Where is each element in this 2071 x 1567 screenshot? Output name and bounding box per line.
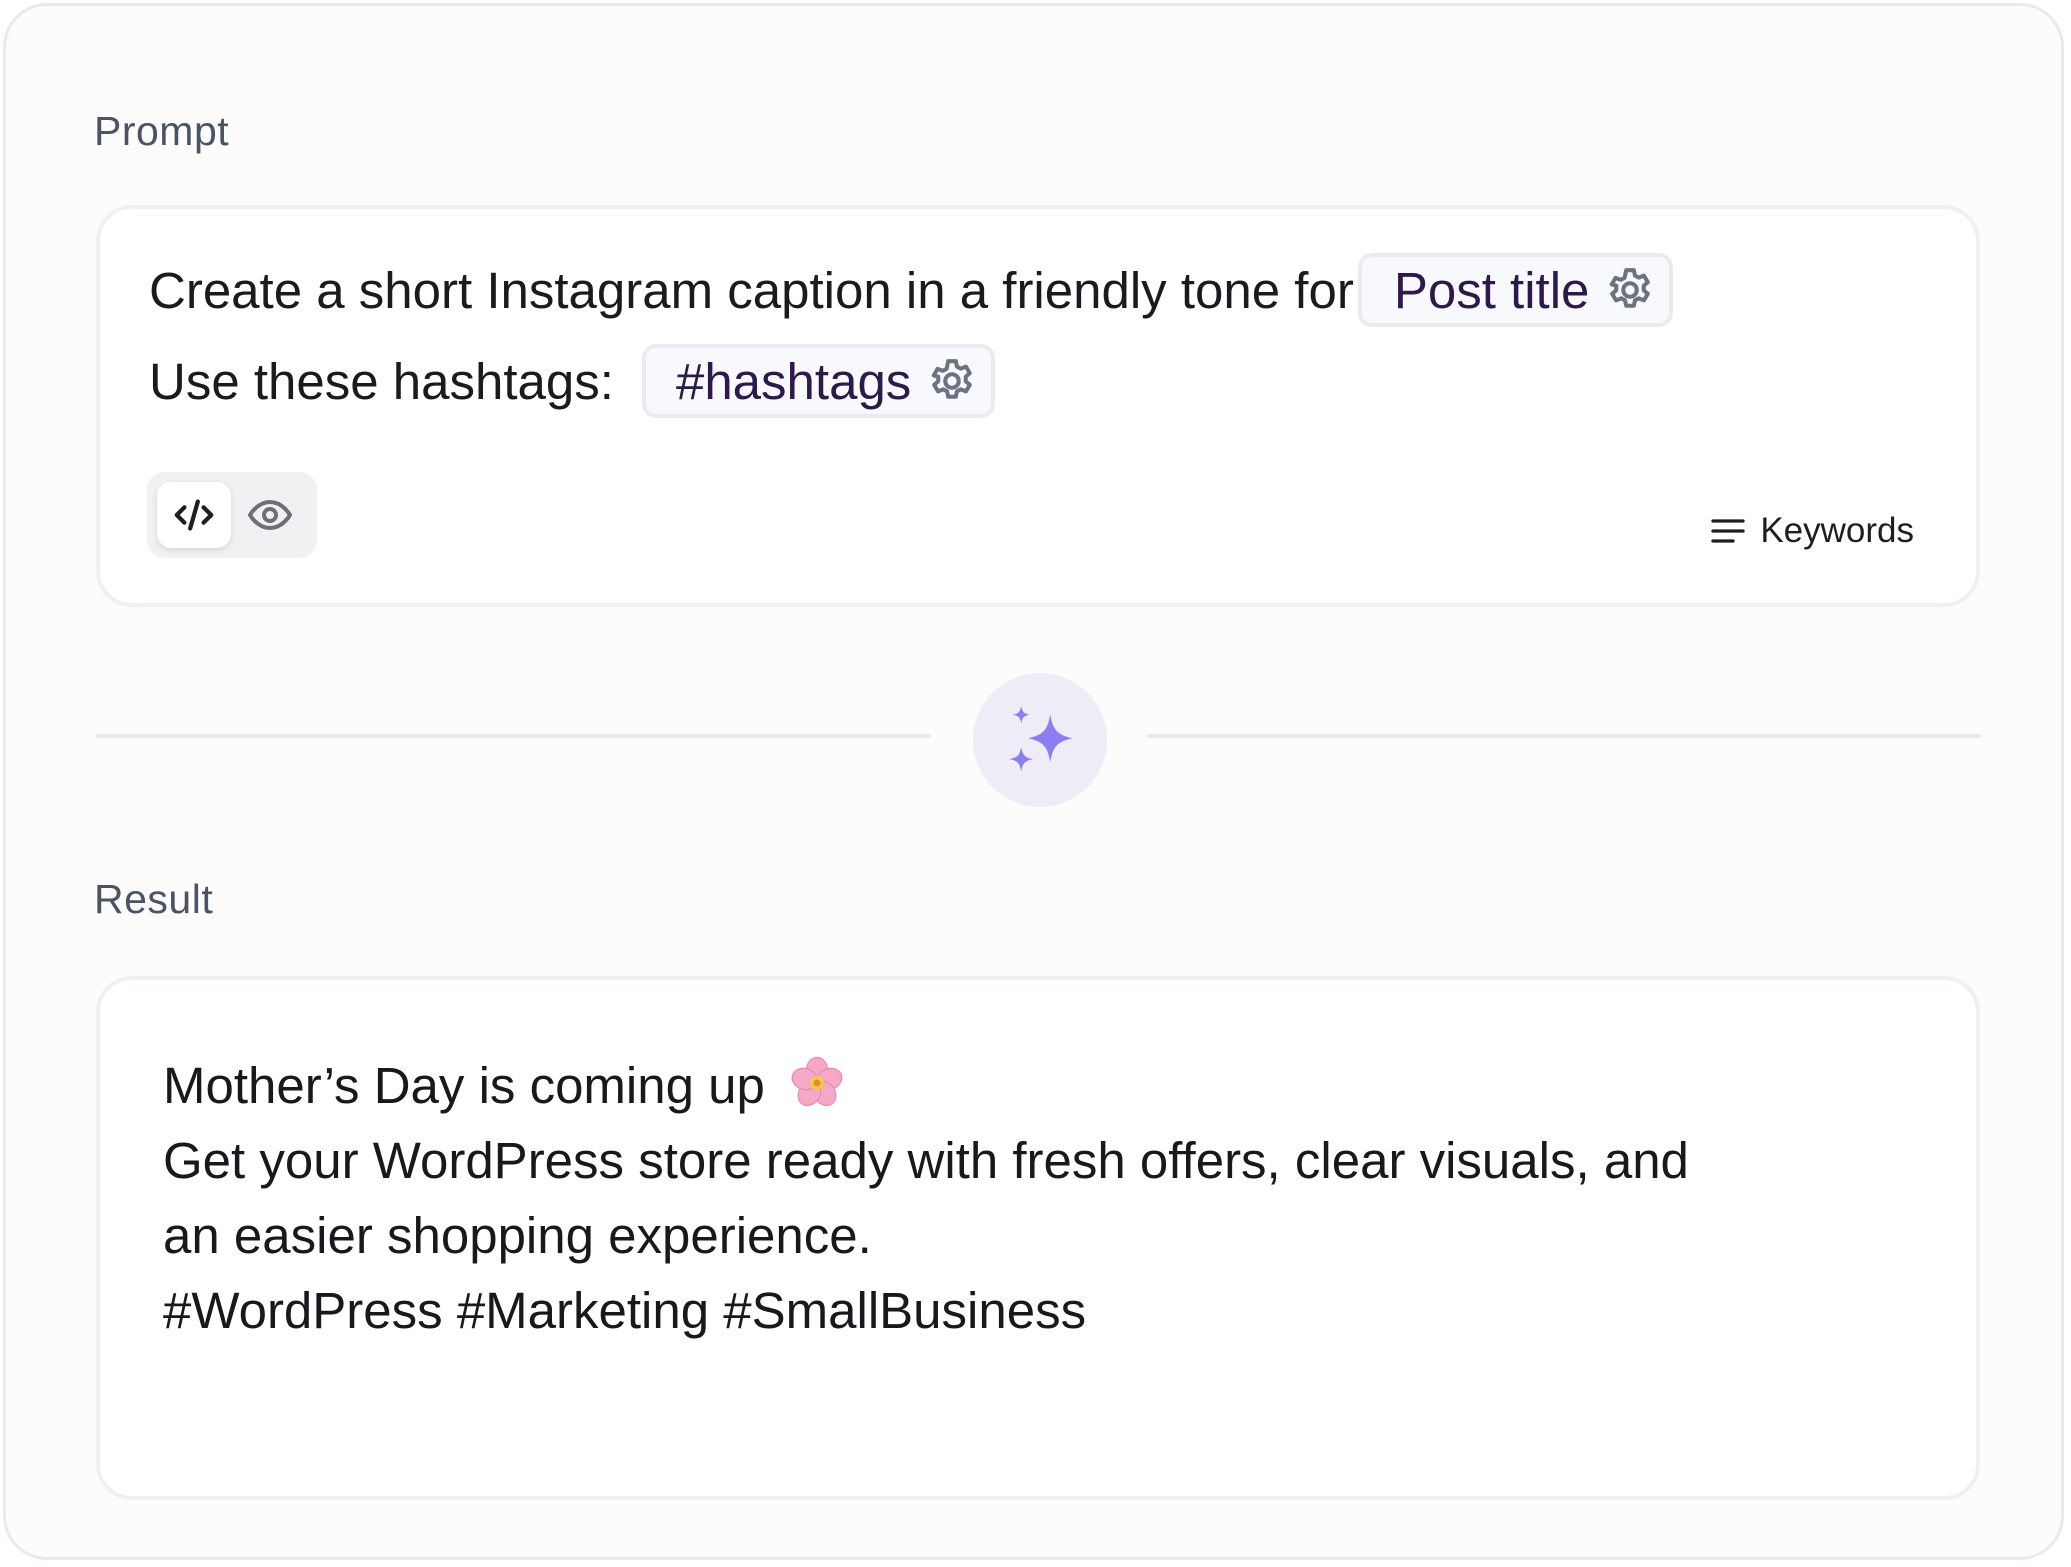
hashtags-chip-label: #hashtags — [675, 352, 912, 410]
prompt-editor[interactable]: Create a short Instagram caption in a fr… — [96, 205, 1980, 607]
code-view-button[interactable] — [157, 482, 231, 548]
result-section-label: Result — [94, 876, 214, 922]
result-line-3: an easier shopping experience. — [163, 1207, 872, 1264]
cherry-blossom-icon — [791, 1056, 843, 1107]
sparkles-icon — [1009, 705, 1073, 772]
prompt-result-card: Prompt Create a short Instagram caption … — [3, 3, 2064, 1560]
result-text: Mother’s Day is coming up Get your WordP… — [163, 1048, 1923, 1348]
lines-icon — [1711, 519, 1745, 543]
result-line-1-text: Mother’s Day is coming up — [163, 1057, 765, 1114]
keywords-button[interactable]: Keywords — [1708, 511, 1914, 551]
eye-icon — [248, 500, 292, 530]
prompt-section-label: Prompt — [94, 108, 230, 154]
gear-icon[interactable] — [925, 354, 979, 408]
result-output[interactable]: Mother’s Day is coming up Get your WordP… — [96, 976, 1980, 1500]
result-line-2: Get your WordPress store ready with fres… — [163, 1132, 1689, 1189]
keywords-label: Keywords — [1760, 511, 1914, 550]
result-line-4: #WordPress #Marketing #SmallBusiness — [163, 1282, 1087, 1339]
preview-view-button[interactable] — [233, 482, 307, 548]
prompt-text-line-1: Create a short Instagram caption in a fr… — [149, 261, 1354, 319]
gear-icon[interactable] — [1603, 263, 1657, 317]
post-title-chip-label: Post title — [1393, 261, 1590, 319]
post-title-variable-chip[interactable]: Post title — [1357, 253, 1674, 327]
divider-left — [96, 734, 931, 738]
prompt-line-2: Use these hashtags: #hashtags — [149, 342, 996, 420]
hashtags-variable-chip[interactable]: #hashtags — [641, 344, 996, 418]
divider-right — [1147, 734, 1981, 738]
prompt-line-1: Create a short Instagram caption in a fr… — [149, 251, 1674, 329]
editor-mode-toggle — [147, 472, 317, 558]
code-icon — [174, 499, 214, 531]
generate-sparkle-badge[interactable] — [973, 673, 1107, 807]
result-line-1: Mother’s Day is coming up — [163, 1048, 1923, 1123]
prompt-text-line-2: Use these hashtags: — [149, 352, 614, 410]
